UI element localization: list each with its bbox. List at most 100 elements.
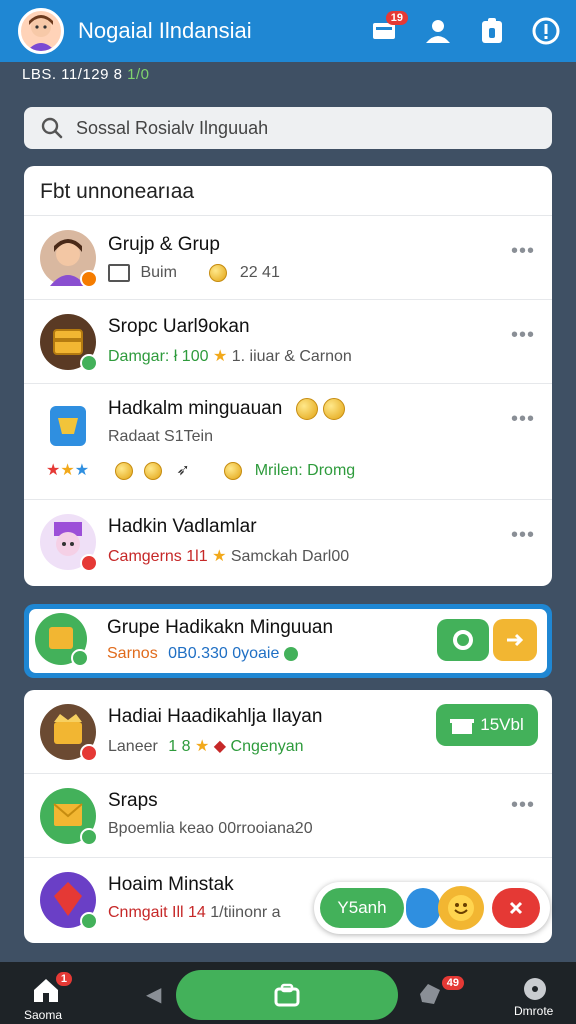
item-sub-left: Buim bbox=[140, 264, 177, 282]
star-icon: ★ bbox=[74, 462, 90, 479]
item-sub-right: 22 41 bbox=[239, 264, 280, 282]
item-sub-blue: 0B0.330 0yoaie bbox=[168, 645, 280, 662]
close-action-button[interactable] bbox=[492, 888, 540, 928]
bottom-navigation: 1 Saoma ◀ 49 Dmrote bbox=[0, 962, 576, 1024]
avatar bbox=[40, 230, 98, 288]
avatar bbox=[40, 314, 98, 372]
star-icon: ★ bbox=[212, 348, 228, 365]
item-subtitle: Cnmgait Ill 14 1/tiinonr a bbox=[108, 904, 281, 922]
item-subtitle: Laneer 1 8 ★ ◆ Cngenyan bbox=[108, 736, 304, 756]
avatar bbox=[35, 613, 89, 667]
gem-box-icon bbox=[50, 406, 86, 446]
section-heading: Fbt unnonearıaa bbox=[24, 166, 552, 216]
avatar bbox=[40, 788, 98, 846]
avatar bbox=[40, 514, 98, 572]
item-sub-red: Cnmgait Ill 14 bbox=[108, 904, 206, 921]
emoji-button[interactable] bbox=[438, 886, 484, 930]
circle-icon bbox=[453, 630, 473, 650]
gift-icon bbox=[108, 264, 130, 282]
inbox-badge: 49 bbox=[441, 976, 464, 990]
inbox-icon bbox=[420, 984, 440, 1004]
more-options-icon[interactable]: ••• bbox=[510, 241, 536, 266]
more-options-icon[interactable]: ••• bbox=[510, 325, 536, 350]
center-action-button[interactable] bbox=[176, 970, 398, 1020]
search-icon bbox=[41, 117, 63, 139]
avatar bbox=[40, 704, 98, 762]
accept-button[interactable] bbox=[437, 619, 489, 661]
home-tab[interactable]: 1 bbox=[30, 972, 72, 1004]
item-sub-right: Cngenyan bbox=[230, 738, 304, 755]
item-sub-rest: 1/tiinonr a bbox=[210, 904, 281, 921]
app-avatar[interactable] bbox=[18, 8, 64, 54]
alert-icon bbox=[532, 17, 560, 45]
forward-button[interactable] bbox=[493, 619, 537, 661]
item-title: Grujp & Grup bbox=[108, 234, 220, 255]
item-sub-green: 1 8 bbox=[168, 738, 191, 755]
list-item[interactable]: Hadkin Vadlamlar Camgerns 1l1 ★ Samckah … bbox=[24, 500, 552, 586]
alert-button[interactable] bbox=[530, 15, 562, 47]
star-icon: ★ bbox=[194, 738, 210, 755]
item-reward-line: ★★★ ➶ Mrilen: Dromg bbox=[46, 460, 355, 480]
more-circle-icon bbox=[524, 978, 546, 1000]
star-icon: ★ bbox=[60, 462, 75, 479]
smiley-icon bbox=[448, 895, 474, 921]
status-dot bbox=[80, 554, 98, 572]
item-title: Sraps bbox=[108, 790, 158, 811]
green-action-label: Y5anh bbox=[337, 898, 387, 917]
avatar bbox=[40, 872, 98, 930]
green-action-button[interactable]: Y5anh bbox=[320, 888, 404, 928]
status-dot bbox=[80, 354, 98, 372]
home-badge: 1 bbox=[55, 972, 72, 986]
list-item[interactable]: Grujp & Grup Buim 22 41 ••• bbox=[24, 216, 552, 300]
item-subtitle: Damgar: ł 100 ★ 1. iiuar & Carnon bbox=[108, 346, 352, 366]
list-item[interactable]: Hadkalm minguauan Radaat S1Tein ★★★ ➶ Mr… bbox=[24, 384, 552, 500]
coin-icon bbox=[224, 461, 243, 480]
more-options-icon[interactable]: ••• bbox=[510, 525, 536, 550]
conversation-list-card: Fbt unnonearıaa Grujp & Grup Buim 22 41 … bbox=[24, 166, 552, 586]
status-text: LBS. 11/129 8 bbox=[22, 66, 128, 83]
status-value: 1/0 bbox=[127, 66, 150, 83]
search-input[interactable] bbox=[76, 117, 516, 139]
close-icon bbox=[509, 901, 523, 915]
item-subtitle: Sarnos 0B0.330 0yoaie bbox=[107, 645, 298, 663]
list-item[interactable]: Hadiai Haadikahlja Ilayan Laneer 1 8 ★ ◆… bbox=[24, 690, 552, 774]
star-icon: ★ bbox=[46, 462, 61, 479]
app-title: Nogaial Ilndansiai bbox=[78, 18, 252, 43]
item-title: Grupe Hadikakn Minguuan bbox=[107, 617, 334, 638]
list-item[interactable]: Sropc Uarl9okan Damgar: ł 100 ★ 1. iiuar… bbox=[24, 300, 552, 384]
item-title: Hadiai Haadikahlja Ilayan bbox=[108, 706, 323, 727]
more-options-icon[interactable]: ••• bbox=[510, 409, 536, 434]
more-options-icon[interactable]: ••• bbox=[510, 795, 536, 820]
highlighted-list-item[interactable]: Grupe Hadikakn Minguuan Sarnos 0B0.330 0… bbox=[24, 604, 552, 678]
blue-action-button[interactable] bbox=[406, 888, 440, 928]
profile-button[interactable] bbox=[422, 15, 454, 47]
back-icon[interactable]: ◀ bbox=[146, 982, 161, 1007]
item-title-text: Hadkalm minguauan bbox=[108, 398, 283, 420]
item-title: Hadkalm minguauan bbox=[108, 398, 345, 420]
chat-button[interactable]: 19 bbox=[368, 11, 408, 47]
search-bar[interactable] bbox=[24, 107, 552, 149]
status-dot bbox=[80, 270, 98, 288]
item-subtitle: Camgerns 1l1 ★ Samckah Darl00 bbox=[108, 546, 349, 566]
status-dot bbox=[80, 744, 98, 762]
chat-badge: 19 bbox=[385, 11, 408, 25]
arrow-right-icon bbox=[507, 633, 524, 647]
status-dot bbox=[71, 649, 89, 667]
status-dot bbox=[80, 828, 98, 846]
coin-icon bbox=[322, 398, 345, 420]
more-tab[interactable] bbox=[522, 976, 548, 1002]
check-icon bbox=[283, 646, 298, 661]
item-title: Hadkin Vadlamlar bbox=[108, 516, 257, 537]
top-app-bar: Nogaial Ilndansiai 19 bbox=[0, 0, 576, 62]
reward-button[interactable]: 15Vbl bbox=[436, 704, 538, 746]
list-item[interactable]: Sraps Bpoemlia keao 00rrooiana20 ••• bbox=[24, 774, 552, 858]
item-sub-left: Laneer bbox=[108, 738, 158, 755]
item-subtitle: Radaat S1Tein bbox=[108, 428, 213, 445]
item-sub-red: Camgerns 1l1 bbox=[108, 548, 208, 565]
clipboard-button[interactable] bbox=[476, 15, 508, 47]
inbox-tab[interactable]: 49 bbox=[416, 976, 464, 1006]
avatar-icon bbox=[27, 15, 55, 51]
item-sub-rest: 1. iiuar & Carnon bbox=[231, 348, 352, 365]
item-subtitle: Buim 22 41 bbox=[108, 264, 280, 282]
item-sub-orange: Sarnos bbox=[107, 645, 158, 662]
